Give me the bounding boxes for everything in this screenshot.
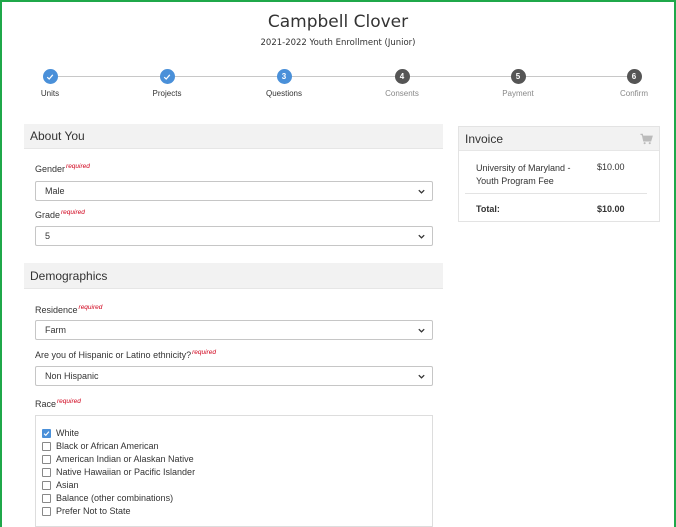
page-title: Campbell Clover <box>267 12 409 32</box>
race-option-label: Prefer Not to State <box>56 506 131 516</box>
step-number: 6 <box>626 69 642 84</box>
grade-value: 5 <box>45 231 51 241</box>
step-projects[interactable]: Projects <box>107 68 227 98</box>
invoice-divider <box>465 193 647 194</box>
cart-icon[interactable] <box>640 133 653 145</box>
required-marker: required <box>61 209 85 216</box>
chevron-down-icon <box>418 189 425 194</box>
race-option-label: Black or African American <box>56 441 159 451</box>
step-number: 4 <box>394 69 410 84</box>
step-label: Questions <box>265 89 303 98</box>
page-subtitle: 2021-2022 Youth Enrollment (Junior) <box>260 38 416 48</box>
race-checkbox-group: White Black or African American American… <box>35 415 433 527</box>
page-frame: Campbell Clover 2021-2022 Youth Enrollme… <box>0 0 676 527</box>
required-marker: required <box>57 398 81 405</box>
chevron-down-icon <box>418 234 425 239</box>
ethnicity-label: Are you of Hispanic or Latino ethnicity?… <box>35 349 216 360</box>
race-option-label: Native Hawaiian or Pacific Islander <box>56 467 196 477</box>
gender-label-text: Gender <box>35 164 66 174</box>
step-label: Units <box>40 89 60 98</box>
race-option-white[interactable]: White <box>42 428 79 438</box>
invoice-heading-text: Invoice <box>465 131 504 146</box>
checkbox-icon[interactable] <box>42 454 51 464</box>
race-option-label: American Indian or Alaskan Native <box>56 454 194 464</box>
invoice-item-name: University of Maryland - Youth Program F… <box>476 163 571 186</box>
step-label: Payment <box>502 89 534 98</box>
step-label: Projects <box>152 89 182 98</box>
race-option-prefer-not[interactable]: Prefer Not to State <box>42 506 131 516</box>
checkbox-icon[interactable] <box>42 506 51 516</box>
residence-label-text: Residence <box>35 305 78 315</box>
invoice-heading: Invoice <box>459 127 659 151</box>
required-marker: required <box>192 349 216 356</box>
step-payment: 5 Payment <box>458 68 578 98</box>
step-consents: 4 Consents <box>342 68 462 98</box>
checkbox-icon[interactable] <box>42 493 51 503</box>
step-confirm: 6 Confirm <box>574 68 674 98</box>
checkbox-checked-icon[interactable] <box>42 428 51 438</box>
race-label: Racerequired <box>35 398 81 409</box>
demographics-heading: Demographics <box>24 263 443 289</box>
checkbox-icon[interactable] <box>42 480 51 490</box>
step-label: Consents <box>385 89 419 98</box>
race-option-label: Balance (other combinations) <box>56 493 174 503</box>
required-marker: required <box>66 163 90 170</box>
residence-select[interactable]: Farm <box>35 320 433 340</box>
about-you-heading: About You <box>24 124 443 149</box>
step-questions[interactable]: 3 Questions <box>224 68 344 98</box>
ethnicity-select[interactable]: Non Hispanic <box>35 366 433 386</box>
required-marker: required <box>78 304 103 311</box>
invoice-item-price: $10.00 <box>597 162 625 172</box>
race-option-asian[interactable]: Asian <box>42 480 79 490</box>
invoice-panel: Invoice University of Maryland - Youth P… <box>458 126 660 222</box>
checkbox-icon[interactable] <box>42 441 51 451</box>
ethnicity-label-text: Are you of Hispanic or Latino ethnicity? <box>35 350 192 360</box>
grade-label-text: Grade <box>35 210 61 220</box>
chevron-down-icon <box>418 374 425 379</box>
step-units[interactable]: Units <box>2 68 110 98</box>
checkbox-icon[interactable] <box>42 467 51 477</box>
race-option-label: Asian <box>56 480 79 490</box>
gender-value: Male <box>45 186 65 196</box>
residence-label: Residencerequired <box>35 304 103 315</box>
step-label: Confirm <box>619 89 648 98</box>
check-icon <box>159 69 175 84</box>
race-option-black[interactable]: Black or African American <box>42 441 159 451</box>
gender-label: Genderrequired <box>35 163 90 174</box>
check-icon <box>42 69 58 84</box>
race-option-balance[interactable]: Balance (other combinations) <box>42 493 173 503</box>
race-option-label: White <box>56 428 80 438</box>
grade-label: Graderequired <box>35 209 85 220</box>
chevron-down-icon <box>418 328 425 333</box>
step-number: 3 <box>276 69 292 84</box>
step-number: 5 <box>510 69 526 84</box>
race-label-text: Race <box>35 399 57 409</box>
gender-select[interactable]: Male <box>35 181 433 201</box>
race-option-american-indian[interactable]: American Indian or Alaskan Native <box>42 454 194 464</box>
race-option-native-hawaiian[interactable]: Native Hawaiian or Pacific Islander <box>42 467 195 477</box>
progress-stepper: Units Projects 3 Questions 4 Consents 5 … <box>22 68 662 108</box>
invoice-total-label: Total: <box>476 204 500 214</box>
grade-select[interactable]: 5 <box>35 226 433 246</box>
residence-value: Farm <box>45 325 66 335</box>
ethnicity-value: Non Hispanic <box>45 371 99 381</box>
invoice-total-value: $10.00 <box>597 204 625 214</box>
